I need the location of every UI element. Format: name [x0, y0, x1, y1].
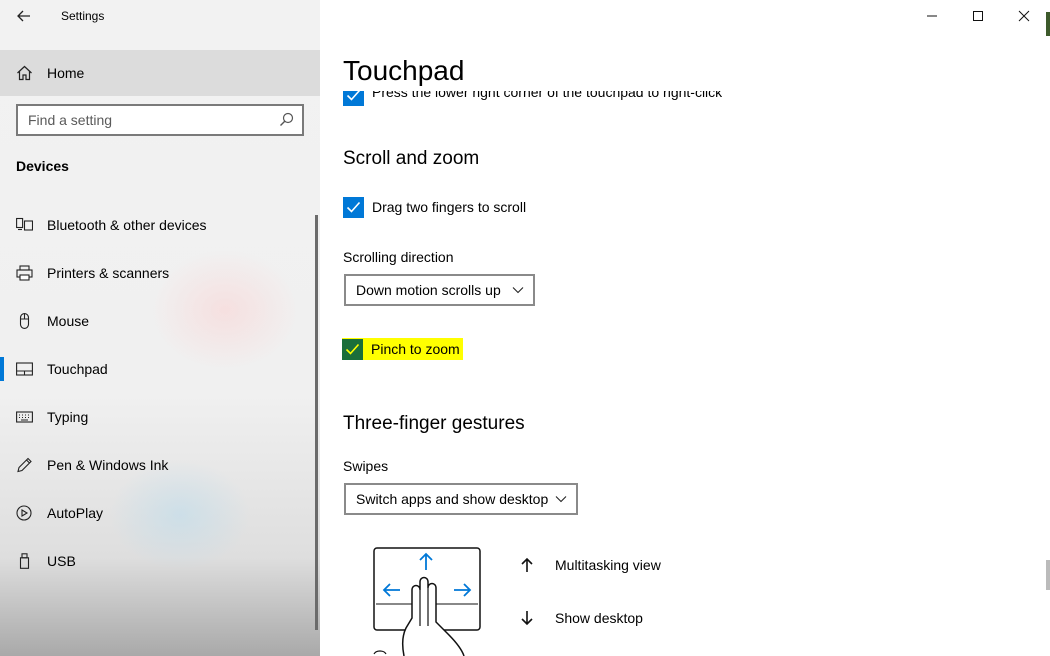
app-title: Settings [61, 9, 105, 23]
maximize-icon [973, 11, 983, 21]
home-icon [17, 65, 32, 81]
sidebar-item-touchpad[interactable]: Touchpad [0, 345, 316, 393]
search-input[interactable] [28, 111, 268, 129]
sidebar-item-label: Touchpad [47, 361, 108, 377]
swipes-dropdown[interactable]: Switch apps and show desktop [344, 483, 578, 515]
scrolling-direction-label: Scrolling direction [343, 249, 454, 265]
search-box [16, 104, 304, 136]
section-label: Devices [16, 158, 69, 174]
sidebar-item-label: Typing [47, 409, 89, 425]
back-button[interactable] [8, 2, 40, 30]
close-icon [1018, 10, 1030, 22]
scrolling-direction-value: Down motion scrolls up [356, 282, 501, 298]
sidebar-item-label: USB [47, 553, 76, 569]
sidebar-item-label: Mouse [47, 313, 90, 329]
gesture-down-row: Show desktop [520, 607, 643, 629]
window-edge [1046, 0, 1050, 656]
sidebar-item-label: Bluetooth & other devices [47, 217, 207, 233]
arrow-up-icon [521, 557, 533, 572]
bluetooth-devices-icon [16, 217, 33, 231]
chevron-down-icon [555, 496, 567, 503]
sidebar-item-home[interactable]: Home [0, 50, 320, 96]
minimize-icon [927, 15, 937, 17]
title-bar: Settings [0, 0, 320, 34]
maximize-button[interactable] [955, 0, 1001, 32]
swipes-label: Swipes [343, 458, 389, 474]
sidebar-item-bluetooth[interactable]: Bluetooth & other devices [0, 201, 316, 249]
pinch-to-zoom-option[interactable]: Pinch to zoom [342, 338, 463, 360]
sidebar-scrollbar[interactable] [315, 215, 318, 630]
scroll-zoom-heading: Scroll and zoom [343, 148, 480, 169]
minimize-button[interactable] [909, 0, 955, 32]
gesture-up-row: Multitasking view [520, 554, 661, 576]
touchpad-icon [16, 362, 33, 376]
chevron-down-icon [512, 287, 524, 294]
drag-two-fingers-checkbox[interactable] [343, 196, 364, 218]
sidebar-item-mouse[interactable]: Mouse [0, 297, 316, 345]
autoplay-icon [16, 505, 32, 521]
edge-accent [1046, 12, 1050, 36]
sidebar-item-printers[interactable]: Printers & scanners [0, 249, 316, 297]
scrolling-direction-dropdown[interactable]: Down motion scrolls up [344, 274, 535, 306]
back-arrow-icon [17, 10, 30, 22]
pinch-to-zoom-label: Pinch to zoom [371, 341, 460, 357]
main-panel: Press the lower right corner of the touc… [320, 0, 1050, 656]
right-click-label: Press the lower right corner of the touc… [372, 90, 723, 100]
sidebar-nav: Bluetooth & other devices Printers & sca… [0, 201, 316, 585]
mouse-icon [19, 313, 30, 329]
page-title: Touchpad [343, 55, 465, 86]
sidebar-item-typing[interactable]: Typing [0, 393, 316, 441]
checkmark-icon [346, 201, 361, 213]
close-button[interactable] [1001, 0, 1047, 32]
checkmark-icon [346, 90, 361, 101]
keyboard-icon [16, 411, 33, 423]
checkmark-icon [345, 343, 360, 355]
usb-icon [19, 553, 30, 569]
sidebar-item-autoplay[interactable]: AutoPlay [0, 489, 316, 537]
drag-two-fingers-label: Drag two fingers to scroll [372, 199, 527, 215]
pinch-to-zoom-checkbox[interactable] [342, 338, 363, 360]
sidebar-item-label: AutoPlay [47, 505, 104, 521]
edge-accent [1046, 560, 1050, 590]
drag-two-fingers-option[interactable]: Drag two fingers to scroll [343, 196, 526, 218]
pen-icon [17, 457, 32, 473]
swipes-value: Switch apps and show desktop [356, 491, 549, 507]
gesture-up-label: Multitasking view [555, 557, 661, 573]
sidebar-item-usb[interactable]: USB [0, 537, 316, 585]
sidebar-item-label: Home [47, 65, 85, 81]
sidebar-item-pen[interactable]: Pen & Windows Ink [0, 441, 316, 489]
search-icon[interactable] [279, 112, 294, 127]
three-finger-heading: Three-finger gestures [343, 413, 525, 434]
sidebar-item-label: Pen & Windows Ink [47, 457, 169, 473]
arrow-down-icon [521, 611, 533, 626]
header-overlay [320, 88, 1020, 91]
three-finger-gesture-illustration [373, 547, 481, 656]
printer-icon [16, 265, 33, 281]
right-click-checkbox[interactable] [343, 90, 364, 106]
sidebar-item-label: Printers & scanners [47, 265, 170, 281]
right-click-option[interactable]: Press the lower right corner of the touc… [343, 90, 722, 106]
sidebar: Settings Home Devices Bluetooth & other … [0, 0, 320, 656]
gesture-down-label: Show desktop [555, 610, 643, 626]
